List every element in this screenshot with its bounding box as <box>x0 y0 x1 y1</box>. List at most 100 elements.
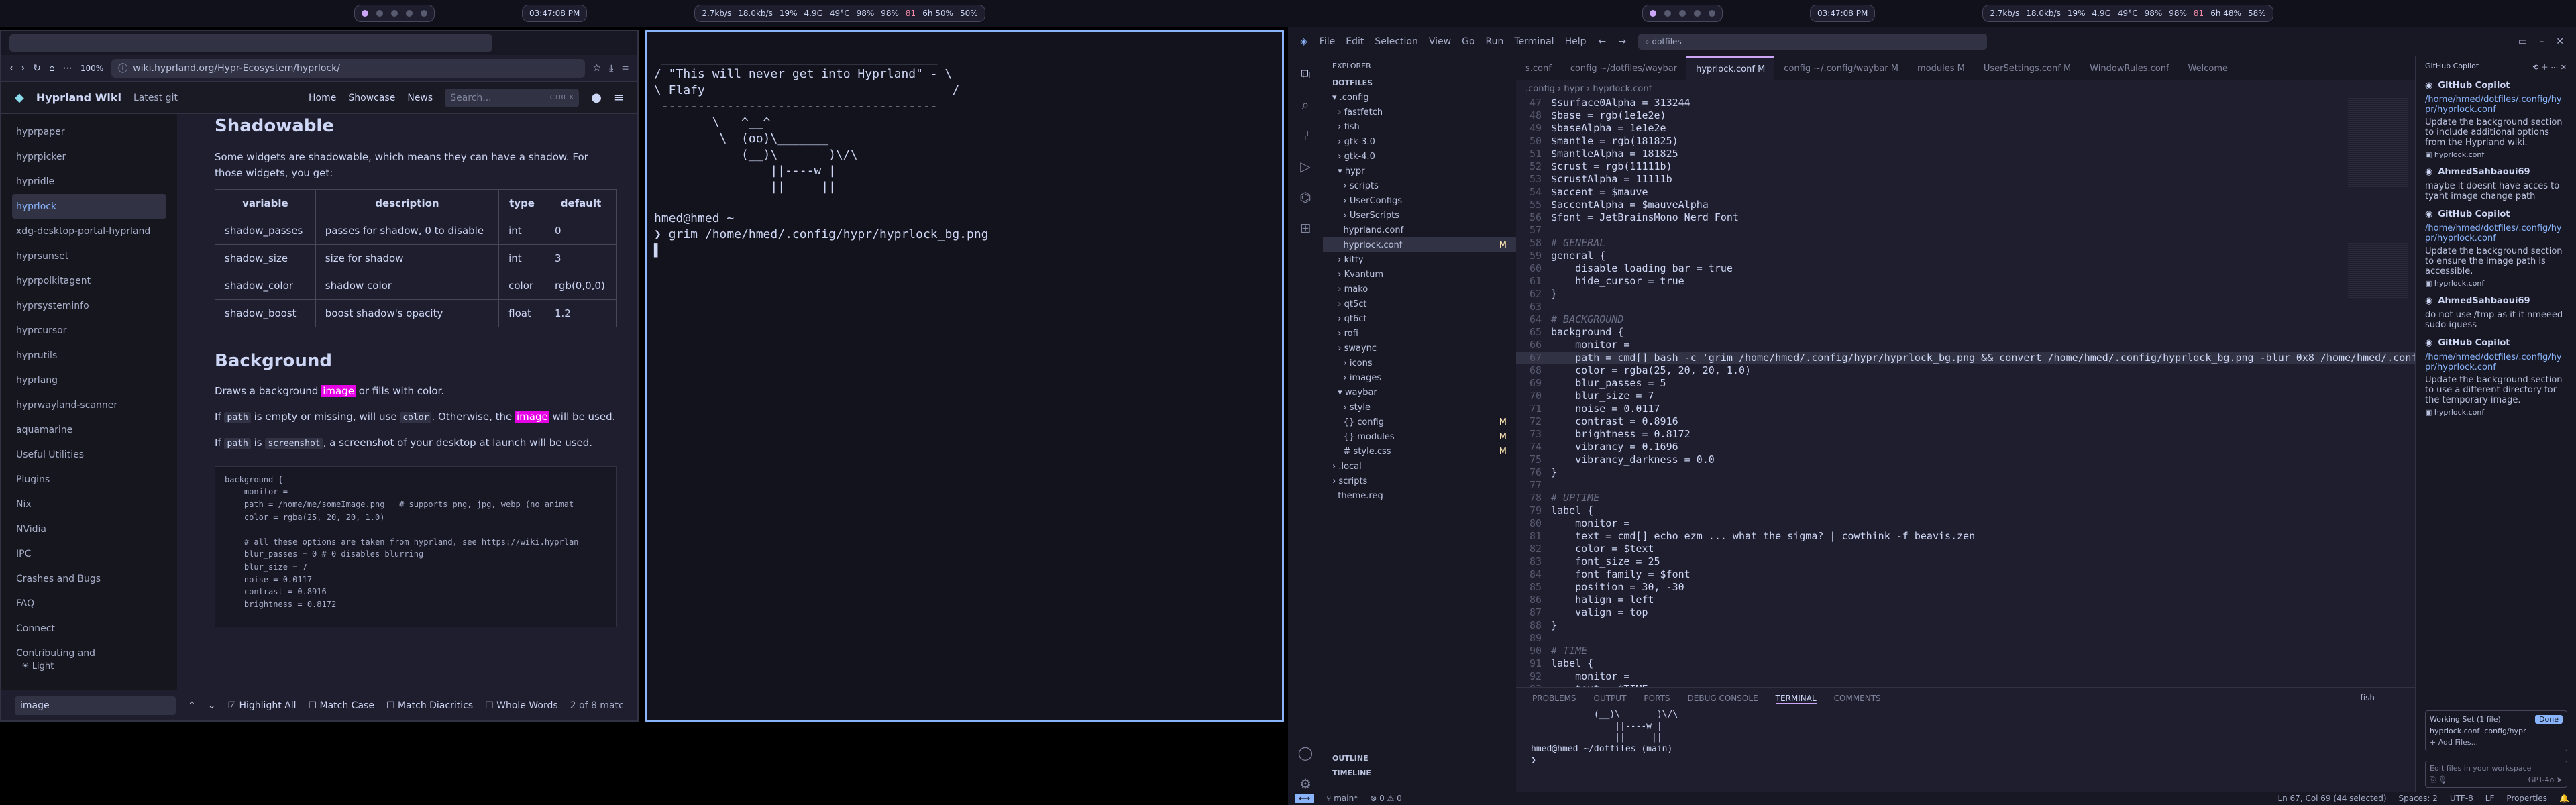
theme-toggle[interactable]: ☀ Light <box>21 661 54 672</box>
menu-item[interactable]: Terminal <box>1514 36 1554 47</box>
page-actions-icon[interactable]: ⋯ <box>63 63 72 74</box>
menu-item[interactable]: Help <box>1565 36 1587 47</box>
indentation[interactable]: Spaces: 2 <box>2399 794 2438 803</box>
chat-file-link[interactable]: /home/hmed/dotfiles/.config/hypr/hyprloc… <box>2425 95 2567 115</box>
tree-item[interactable]: # style.css M <box>1323 444 1516 459</box>
tree-item[interactable]: › .local <box>1323 459 1516 474</box>
command-center[interactable]: ⌕ dotfiles <box>1638 34 1987 50</box>
find-input[interactable]: image <box>15 696 176 715</box>
home-icon[interactable]: ⌂ <box>49 63 55 74</box>
tree-item[interactable]: {} config M <box>1323 415 1516 429</box>
panel-tab[interactable]: PORTS <box>1644 694 1670 703</box>
sidebar-item[interactable]: IPC <box>16 541 162 566</box>
tree-item[interactable]: › gtk-4.0 <box>1323 149 1516 164</box>
sidebar-item[interactable]: hyprutils <box>16 343 162 368</box>
minimize-icon[interactable]: – <box>2539 36 2544 47</box>
chat-file-ref[interactable]: ▣ hyprlock.conf <box>2425 150 2567 159</box>
menu-item[interactable]: Go <box>1462 36 1474 47</box>
eol[interactable]: LF <box>2485 794 2495 803</box>
shell-name[interactable]: fish <box>2361 693 2375 702</box>
branch-status[interactable]: ⑂ main* <box>1326 794 1358 803</box>
sidebar-item[interactable]: hyprlang <box>16 368 162 392</box>
whole-words-checkbox[interactable]: ☐ Whole Words <box>485 700 558 711</box>
tree-item[interactable]: › images <box>1323 370 1516 385</box>
sidebar-item[interactable]: hyprpaper <box>16 119 162 144</box>
panel-tab[interactable]: COMMENTS <box>1834 694 1881 703</box>
editor-tab[interactable]: modules M <box>1908 56 1974 80</box>
tree-item[interactable]: ▾ .config <box>1323 90 1516 105</box>
remote-icon[interactable]: ⌬ <box>1299 189 1311 205</box>
account-icon[interactable]: ◯ <box>1298 745 1313 761</box>
layout-icon[interactable]: ▭ <box>2518 36 2527 47</box>
sidebar-item[interactable]: hypridle <box>16 169 162 194</box>
done-button[interactable]: Done <box>2535 715 2563 724</box>
nav-home[interactable]: Home <box>309 93 336 103</box>
sidebar-item[interactable]: hyprcursor <box>16 318 162 343</box>
sidebar-item[interactable]: hyprsunset <box>16 244 162 268</box>
tab-hyprlock[interactable] <box>9 34 492 52</box>
breadcrumb[interactable]: .config › hypr › hyprlock.conf <box>1516 80 2415 97</box>
tree-item[interactable]: › style <box>1323 400 1516 415</box>
editor-tab[interactable]: UserSettings.conf M <box>1974 56 2080 80</box>
explorer-root[interactable]: DOTFILES <box>1323 76 1516 90</box>
chat-actions-icon[interactable]: ⟲ ＋ ⋯ ✕ <box>2532 62 2567 72</box>
attach-icon[interactable]: ⎘ 🎙 <box>2430 775 2447 785</box>
integrated-terminal[interactable]: (__)\ )\/\ ||----w | || || hmed@hmed ~/d… <box>1516 709 2415 766</box>
menu-item[interactable]: Edit <box>1346 36 1364 47</box>
remote-status-icon[interactable]: ⟷ <box>1295 794 1315 803</box>
tree-item[interactable]: hyprlock.conf M <box>1323 237 1516 252</box>
minimap[interactable] <box>2348 97 2408 298</box>
settings-gear-icon[interactable]: ⚙ <box>1299 775 1311 792</box>
tree-item[interactable]: ▾ waybar <box>1323 385 1516 400</box>
editor-tab[interactable]: s.conf <box>1516 56 1561 80</box>
site-info-icon[interactable]: ⓘ <box>118 62 127 75</box>
menu-item[interactable]: Selection <box>1375 36 1418 47</box>
panel-tab[interactable]: DEBUG CONSOLE <box>1688 694 1758 703</box>
send-icon[interactable]: ➤ <box>2557 775 2563 784</box>
explorer-icon[interactable]: ⧉ <box>1301 66 1310 82</box>
workspace-indicator-2[interactable] <box>1642 5 1723 22</box>
url-text[interactable]: wiki.hyprland.org/Hypr-Ecosystem/hyprloc… <box>133 63 340 74</box>
nav-news[interactable]: News <box>407 93 433 103</box>
chat-file-ref[interactable]: ▣ hyprlock.conf <box>2425 279 2567 288</box>
find-prev-icon[interactable]: ⌃ <box>188 700 196 711</box>
workspace-indicator[interactable] <box>354 5 435 22</box>
model-picker[interactable]: GPT-4o <box>2528 775 2555 784</box>
sidebar-item[interactable]: Connect <box>16 616 162 641</box>
tree-item[interactable]: theme.reg <box>1323 488 1516 503</box>
hamburger-icon[interactable]: ≡ <box>614 91 624 105</box>
sidebar-item[interactable]: hyprwayland-scanner <box>16 392 162 417</box>
tree-item[interactable]: › mako <box>1323 282 1516 297</box>
problems-status[interactable]: ⊗ 0 ⚠ 0 <box>1370 794 1402 803</box>
wiki-search-input[interactable]: Search... CTRL K <box>445 88 580 107</box>
close-window-icon[interactable]: ✕ <box>2556 36 2564 47</box>
sidebar-item[interactable]: Useful Utilities <box>16 442 162 467</box>
nav-forward-icon[interactable]: → <box>1618 36 1626 47</box>
sidebar-item[interactable]: hyprsysteminfo <box>16 293 162 318</box>
tree-item[interactable]: › UserConfigs <box>1323 193 1516 208</box>
add-files-button[interactable]: + Add Files... <box>2430 738 2563 747</box>
find-next-icon[interactable]: ⌄ <box>208 700 216 711</box>
tree-item[interactable]: › UserScripts <box>1323 208 1516 223</box>
editor-tab[interactable]: Welcome <box>2179 56 2237 80</box>
terminal-window[interactable]: ______________________________________ /… <box>645 30 1284 722</box>
tree-item[interactable]: › swaync <box>1323 341 1516 356</box>
source-control-icon[interactable]: ⑂ <box>1301 127 1309 144</box>
search-icon[interactable]: ⌕ <box>1301 97 1309 113</box>
sidebar-item[interactable]: Plugins <box>16 467 162 492</box>
chat-file-link[interactable]: /home/hmed/dotfiles/.config/hypr/hyprloc… <box>2425 352 2567 372</box>
tree-item[interactable]: ▾ hypr <box>1323 164 1516 178</box>
sidebar-item[interactable]: Nix <box>16 492 162 517</box>
nav-showcase[interactable]: Showcase <box>348 93 395 103</box>
sidebar-item[interactable]: FAQ <box>16 591 162 616</box>
language-mode[interactable]: Properties <box>2506 794 2547 803</box>
menu-item[interactable]: Run <box>1486 36 1504 47</box>
encoding[interactable]: UTF-8 <box>2450 794 2473 803</box>
editor-tab[interactable]: WindowRules.conf <box>2080 56 2178 80</box>
cursor-position[interactable]: Ln 67, Col 69 (44 selected) <box>2277 794 2386 803</box>
sidebar-item[interactable]: Crashes and Bugs <box>16 566 162 591</box>
tree-item[interactable]: › fastfetch <box>1323 105 1516 119</box>
tree-item[interactable]: › fish <box>1323 119 1516 134</box>
site-title[interactable]: Hyprland Wiki <box>36 91 121 104</box>
chat-file-link[interactable]: /home/hmed/dotfiles/.config/hypr/hyprloc… <box>2425 223 2567 244</box>
